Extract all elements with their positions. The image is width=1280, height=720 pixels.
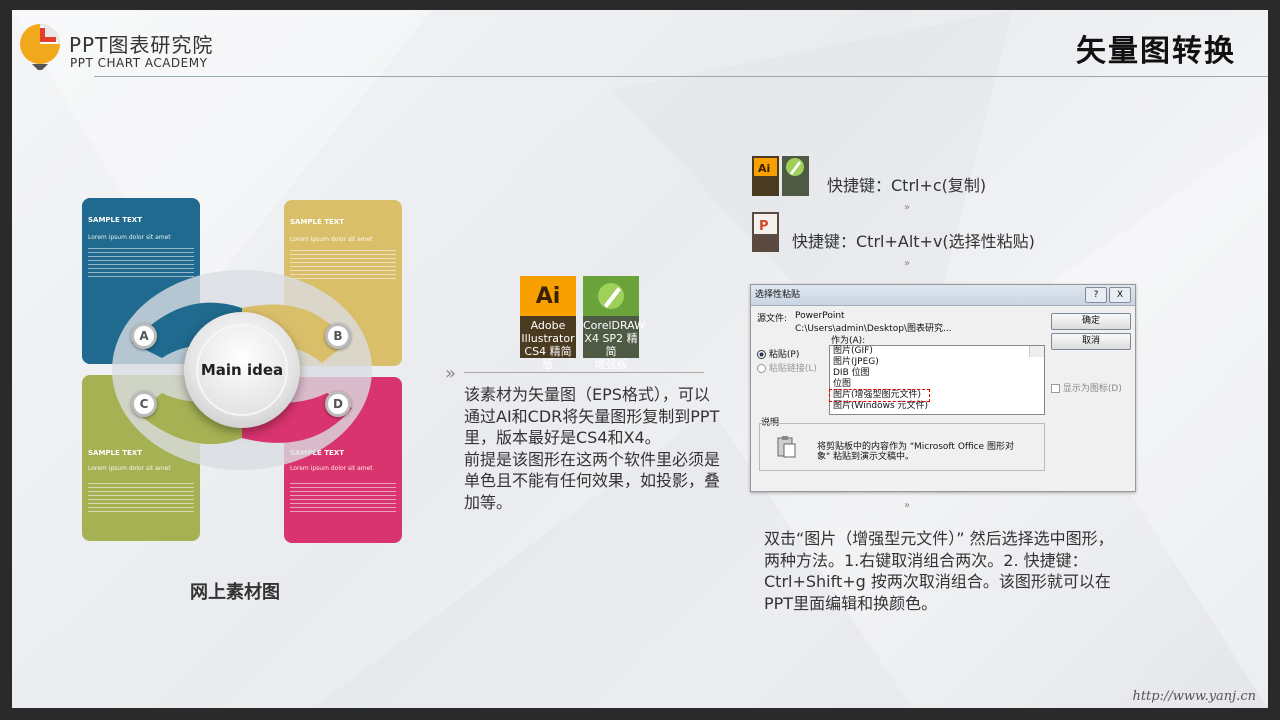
brand-name-cn: PPT图表研究院 xyxy=(69,33,214,57)
badge-a: A xyxy=(131,323,157,349)
show-as-icon-label: 显示为图标(D) xyxy=(1062,384,1122,394)
paste-special-dialog: 选择性粘贴 ? X 源文件: PowerPoint C:\Users\admin… xyxy=(750,284,1136,492)
paste-radio-label: 粘贴(P) xyxy=(768,350,800,360)
illustrator-label: Adobe xyxy=(530,319,566,332)
description: 该素材为矢量图（EPS格式），可以通过AI和CDR将矢量图形复制到PPT里，版本… xyxy=(464,384,724,513)
shortcut-copy: 快捷键：Ctrl+c(复制) xyxy=(827,176,987,195)
infographic-caption: 网上素材图 xyxy=(190,582,280,603)
slide: PPT图表研究院 PPT CHART ACADEMY 矢量图转换 SAMPLE … xyxy=(12,10,1268,708)
illustrator-icon: Ai xyxy=(520,276,576,316)
paste-link-radio-label: 粘贴链接(L) xyxy=(768,364,817,374)
show-as-icon-checkbox[interactable]: 显示为图标(D) xyxy=(1051,381,1122,394)
illustrator-label: Illustrator xyxy=(521,332,575,345)
center-label: Main idea xyxy=(196,324,288,416)
paste-link-radio[interactable]: 粘贴链接(L) xyxy=(757,361,817,374)
list-item-selected[interactable]: 图片(增强型图元文件) xyxy=(829,389,930,402)
coreldraw-label: 增强版 xyxy=(594,358,628,371)
dialog-title: 选择性粘贴 xyxy=(751,285,1135,306)
cancel-button[interactable]: 取消 xyxy=(1051,333,1131,350)
clipboard-icon xyxy=(777,436,796,458)
list-item[interactable]: 图片(Windows 元文件) xyxy=(830,401,1044,412)
coreldraw-mini-icon xyxy=(782,156,809,196)
badge-b: B xyxy=(325,323,351,349)
illustrator-app: Ai Adobe Illustrator CS4 精简版 xyxy=(520,276,576,371)
coreldraw-icon xyxy=(583,276,639,316)
instructions-text: 双击“图片（增强型元文件）” 然后选择选中图形，两种方法。1.右键取消组合两次。… xyxy=(764,529,1114,613)
ok-button[interactable]: 确定 xyxy=(1051,313,1131,330)
illustrator-label: CS4 精简版 xyxy=(524,345,572,371)
svg-text:P: P xyxy=(759,219,769,234)
description-paragraph: 前提是该图形在这两个软件里必须是单色且不能有任何效果，如投影，叠加等。 xyxy=(464,449,721,512)
close-button[interactable]: X xyxy=(1109,287,1131,303)
paste-as-list[interactable]: 图片(GIF) 图片(JPEG) DIB 位图 位图 图片(增强型图元文件) 图… xyxy=(829,345,1045,415)
powerpoint-mini-icon: P xyxy=(752,212,779,252)
source-label: 源文件: xyxy=(757,314,788,324)
chevron-right-icon: » xyxy=(445,363,457,384)
description-paragraph: 该素材为矢量图（EPS格式），可以通过AI和CDR将矢量图形复制到PPT里，版本… xyxy=(464,385,720,447)
badge-c: C xyxy=(131,391,157,417)
svg-text:Ai: Ai xyxy=(758,162,770,175)
footer-url: http://www.yanj.cn xyxy=(1132,689,1256,704)
section-divider xyxy=(464,372,704,373)
center-hub: Main idea xyxy=(184,312,300,428)
badge-d: D xyxy=(325,391,351,417)
illustrator-mini-icon: Ai xyxy=(752,156,779,196)
down-arrow-icon: » xyxy=(904,202,911,213)
brand-name-en: PPT CHART ACADEMY xyxy=(70,56,208,70)
paste-radio[interactable]: 粘贴(P) xyxy=(757,347,799,360)
list-item[interactable]: 图片(GIF) xyxy=(830,346,1044,357)
explain-text-line: 象" 粘贴到演示文稿中。 xyxy=(817,452,915,462)
list-item[interactable]: 图片(JPEG) xyxy=(830,357,1044,368)
list-item[interactable]: 位图 xyxy=(830,379,1044,390)
source-app: PowerPoint xyxy=(795,311,845,321)
list-scrollbar[interactable] xyxy=(1029,346,1044,357)
academy-logo xyxy=(20,24,60,70)
down-arrow-icon: » xyxy=(904,258,911,269)
source-path: C:\Users\admin\Desktop\图表研究... xyxy=(795,324,952,334)
coreldraw-label: CorelDRAW xyxy=(583,319,645,332)
coreldraw-app: CorelDRAW X4 SP2 精简 增强版 xyxy=(583,276,645,371)
help-button[interactable]: ? xyxy=(1085,287,1107,303)
list-item[interactable]: DIB 位图 xyxy=(830,368,1044,379)
page-title: 矢量图转换 xyxy=(1076,34,1236,69)
coreldraw-label: X4 SP2 精简 xyxy=(584,332,638,358)
down-arrow-icon: » xyxy=(904,500,911,511)
shortcut-paste-special: 快捷键：Ctrl+Alt+v(选择性粘贴) xyxy=(792,232,1035,251)
header-divider xyxy=(94,76,1268,77)
